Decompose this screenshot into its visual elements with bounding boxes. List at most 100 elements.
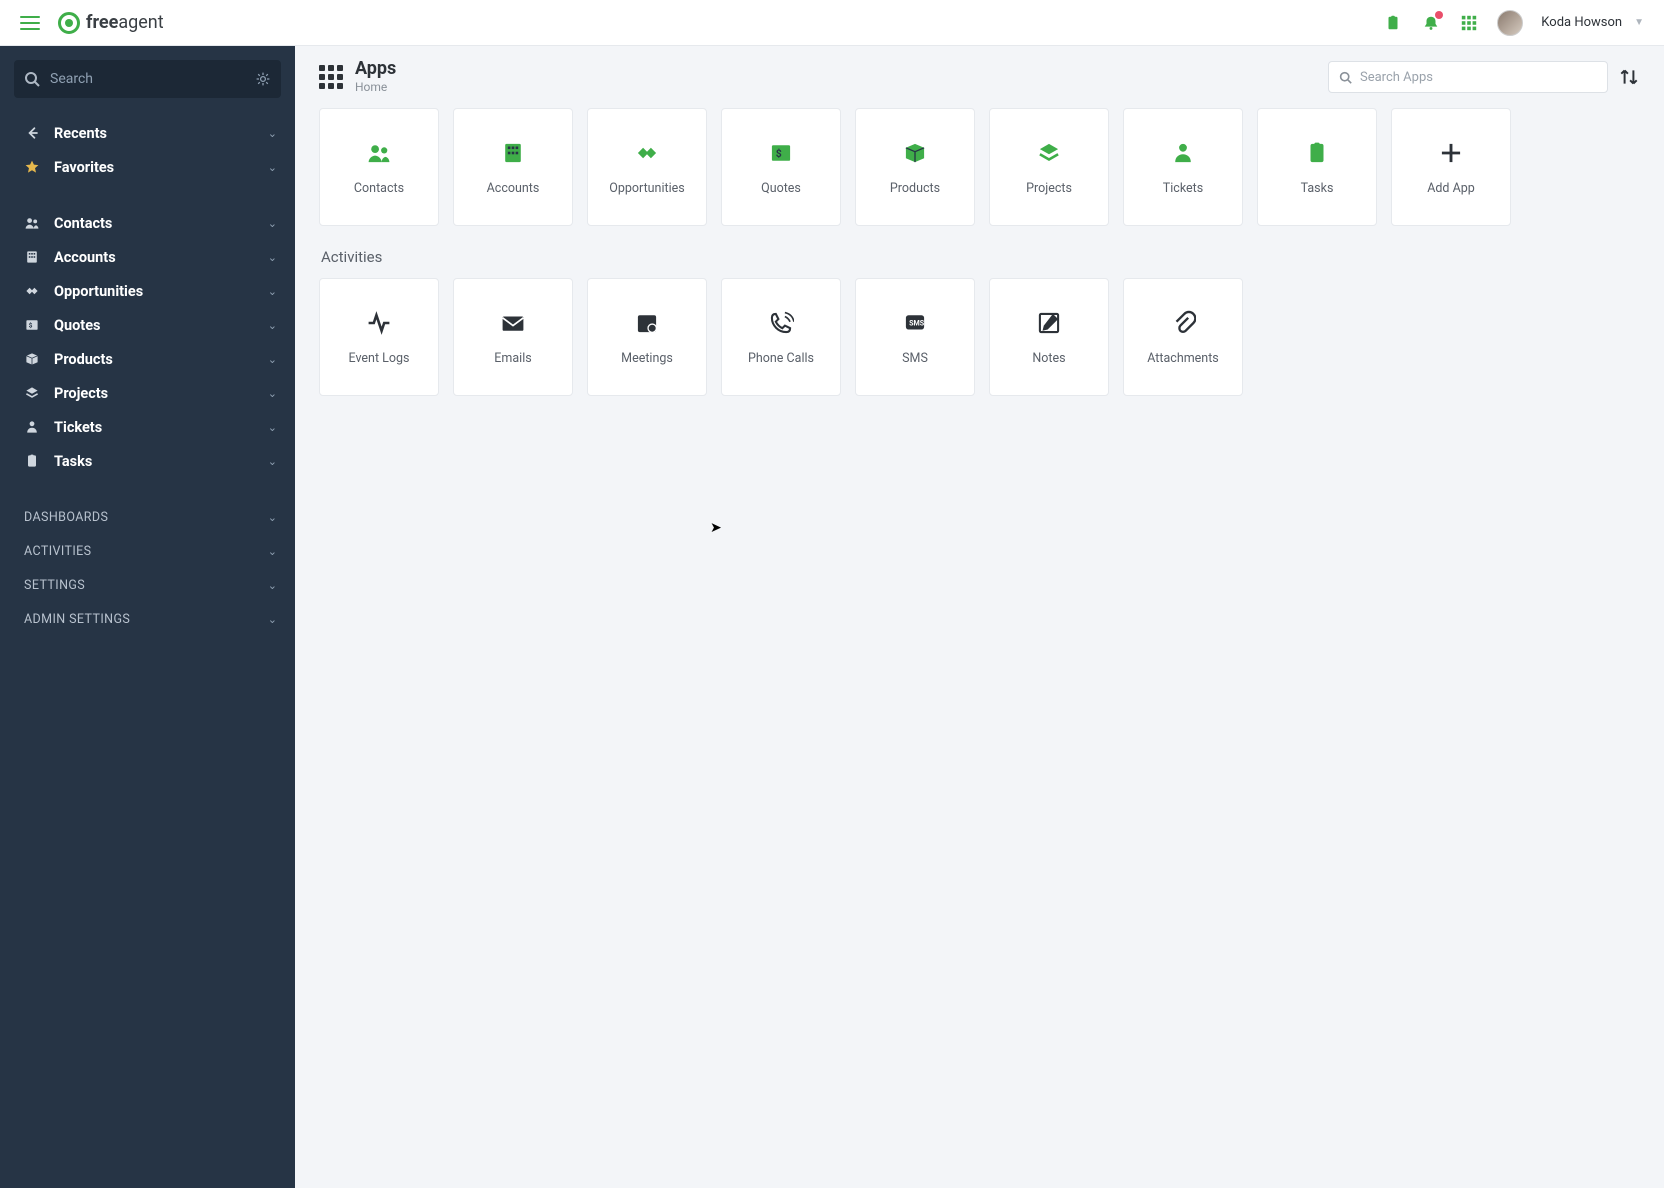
- topbar: freeagent Koda Howson ▼: [0, 0, 1664, 46]
- user-avatar[interactable]: [1497, 10, 1523, 36]
- sidebar-item-favorites[interactable]: Favorites ⌄: [0, 150, 295, 184]
- notifications-bell-icon[interactable]: [1421, 13, 1441, 33]
- app-card-emails[interactable]: Emails: [453, 278, 573, 396]
- app-card-label: Tasks: [1301, 181, 1334, 196]
- app-card-tickets[interactable]: Tickets: [1123, 108, 1243, 226]
- sidebar-item-label: Quotes: [54, 317, 254, 334]
- chevron-down-icon: ⌄: [268, 127, 277, 140]
- box-icon: [901, 139, 929, 167]
- layers-icon: [24, 385, 40, 401]
- sidebar-section-label: ACTIVITIES: [24, 544, 268, 559]
- brand-name: freeagent: [86, 12, 164, 33]
- sidebar-section-admin-settings[interactable]: ADMIN SETTINGS ⌄: [0, 602, 295, 636]
- chevron-down-icon: ⌄: [268, 161, 277, 174]
- sidebar-search-input[interactable]: [50, 71, 245, 87]
- sidebar-item-label: Tasks: [54, 453, 254, 470]
- app-card-label: SMS: [902, 351, 928, 366]
- sidebar-item-label: Products: [54, 351, 254, 368]
- chevron-down-icon: ⌄: [268, 251, 277, 264]
- layers-icon: [1035, 139, 1063, 167]
- app-card-label: Attachments: [1147, 351, 1219, 366]
- sidebar-search[interactable]: [14, 60, 281, 98]
- note-icon: [1035, 309, 1063, 337]
- app-card-label: Opportunities: [609, 181, 684, 196]
- app-card-tasks[interactable]: Tasks: [1257, 108, 1377, 226]
- sidebar-item-tickets[interactable]: Tickets ⌄: [0, 410, 295, 444]
- sidebar-item-label: Tickets: [54, 419, 254, 436]
- sidebar-item-label: Recents: [54, 125, 254, 142]
- search-apps-input[interactable]: [1360, 70, 1597, 85]
- app-card-label: Tickets: [1163, 181, 1203, 196]
- sidebar-item-products[interactable]: Products ⌄: [0, 342, 295, 376]
- apps-grid-icon[interactable]: [1459, 13, 1479, 33]
- sms-icon: [901, 309, 929, 337]
- sidebar-item-quotes[interactable]: Quotes ⌄: [0, 308, 295, 342]
- brand-logo[interactable]: freeagent: [58, 12, 164, 34]
- quote-icon: [24, 317, 40, 333]
- chevron-down-icon: ⌄: [268, 285, 277, 298]
- app-card-add-app[interactable]: Add App: [1391, 108, 1511, 226]
- app-card-label: Add App: [1427, 181, 1475, 196]
- handshake-icon: [24, 283, 40, 299]
- search-apps-field[interactable]: [1328, 61, 1608, 93]
- apps-grid: Contacts Accounts Opportunities Quotes P…: [319, 108, 1640, 226]
- app-card-label: Emails: [494, 351, 531, 366]
- star-icon: [24, 159, 40, 175]
- app-card-opportunities[interactable]: Opportunities: [587, 108, 707, 226]
- search-icon: [24, 71, 40, 87]
- ticket-icon: [24, 419, 40, 435]
- chevron-down-icon: ⌄: [268, 387, 277, 400]
- sidebar-item-label: Accounts: [54, 249, 254, 266]
- clipboard-icon: [1303, 139, 1331, 167]
- app-card-label: Quotes: [761, 181, 801, 196]
- notification-dot: [1435, 11, 1443, 19]
- app-card-label: Contacts: [354, 181, 404, 196]
- phone-icon: [767, 309, 795, 337]
- sidebar-search-settings-icon[interactable]: [255, 71, 271, 87]
- activity-icon: [365, 309, 393, 337]
- page-title: Apps: [355, 60, 396, 78]
- handshake-icon: [633, 139, 661, 167]
- app-card-meetings[interactable]: Meetings: [587, 278, 707, 396]
- building-icon: [499, 139, 527, 167]
- username-label[interactable]: Koda Howson: [1541, 15, 1622, 30]
- sidebar-item-projects[interactable]: Projects ⌄: [0, 376, 295, 410]
- activities-grid: Event Logs Emails Meetings Phone Calls S…: [319, 278, 1640, 396]
- app-card-accounts[interactable]: Accounts: [453, 108, 573, 226]
- sidebar-item-opportunities[interactable]: Opportunities ⌄: [0, 274, 295, 308]
- sidebar-section-settings[interactable]: SETTINGS ⌄: [0, 568, 295, 602]
- user-menu-chevron-icon[interactable]: ▼: [1634, 17, 1644, 28]
- app-card-event-logs[interactable]: Event Logs: [319, 278, 439, 396]
- app-card-projects[interactable]: Projects: [989, 108, 1109, 226]
- chevron-down-icon: ⌄: [268, 421, 277, 434]
- sidebar-section-label: ADMIN SETTINGS: [24, 612, 268, 627]
- chevron-down-icon: ⌄: [268, 579, 277, 592]
- sidebar-item-recents[interactable]: Recents ⌄: [0, 116, 295, 150]
- sidebar-section-activities[interactable]: ACTIVITIES ⌄: [0, 534, 295, 568]
- sidebar-item-tasks[interactable]: Tasks ⌄: [0, 444, 295, 478]
- clipboard-icon[interactable]: [1383, 13, 1403, 33]
- app-card-quotes[interactable]: Quotes: [721, 108, 841, 226]
- sidebar-item-accounts[interactable]: Accounts ⌄: [0, 240, 295, 274]
- app-card-notes[interactable]: Notes: [989, 278, 1109, 396]
- app-card-sms[interactable]: SMS: [855, 278, 975, 396]
- hamburger-menu-button[interactable]: [20, 16, 40, 30]
- breadcrumb[interactable]: Home: [355, 80, 396, 94]
- people-icon: [24, 215, 40, 231]
- app-card-label: Phone Calls: [748, 351, 814, 366]
- app-card-contacts[interactable]: Contacts: [319, 108, 439, 226]
- sort-icon: [1618, 66, 1640, 88]
- activities-section-title: Activities: [321, 248, 1640, 266]
- sidebar-item-label: Favorites: [54, 159, 254, 176]
- sidebar-section-dashboards[interactable]: DASHBOARDS ⌄: [0, 500, 295, 534]
- app-card-products[interactable]: Products: [855, 108, 975, 226]
- search-icon: [1339, 71, 1352, 84]
- sidebar-item-contacts[interactable]: Contacts ⌄: [0, 206, 295, 240]
- sidebar-item-label: Contacts: [54, 215, 254, 232]
- app-card-label: Event Logs: [349, 351, 410, 366]
- app-card-label: Projects: [1026, 181, 1072, 196]
- app-card-attachments[interactable]: Attachments: [1123, 278, 1243, 396]
- sort-button[interactable]: [1618, 66, 1640, 88]
- app-card-label: Meetings: [621, 351, 673, 366]
- app-card-phone-calls[interactable]: Phone Calls: [721, 278, 841, 396]
